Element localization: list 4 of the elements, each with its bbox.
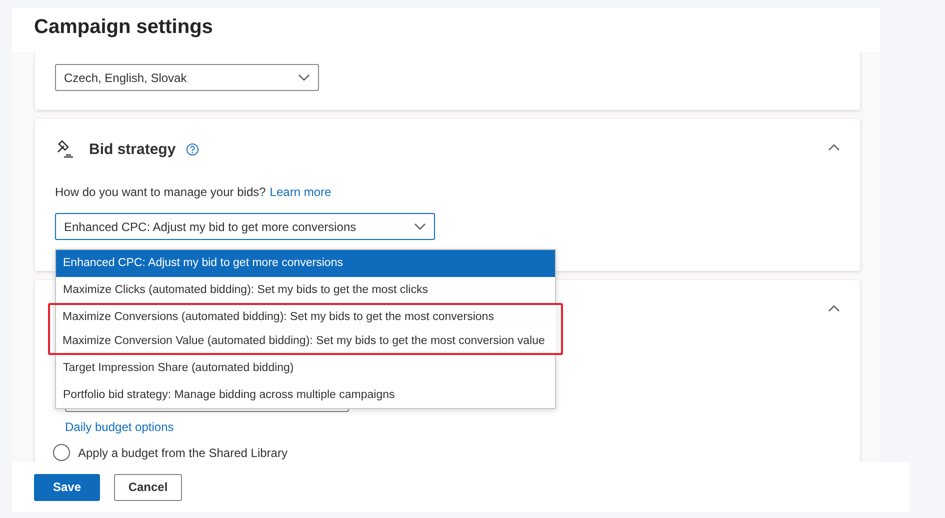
- radio-label: Apply a budget from the Shared Library: [78, 446, 288, 460]
- page-title: Campaign settings: [34, 16, 214, 39]
- question-text: How do you want to manage your bids?: [55, 185, 266, 199]
- section-title: Bid strategy: [89, 140, 176, 158]
